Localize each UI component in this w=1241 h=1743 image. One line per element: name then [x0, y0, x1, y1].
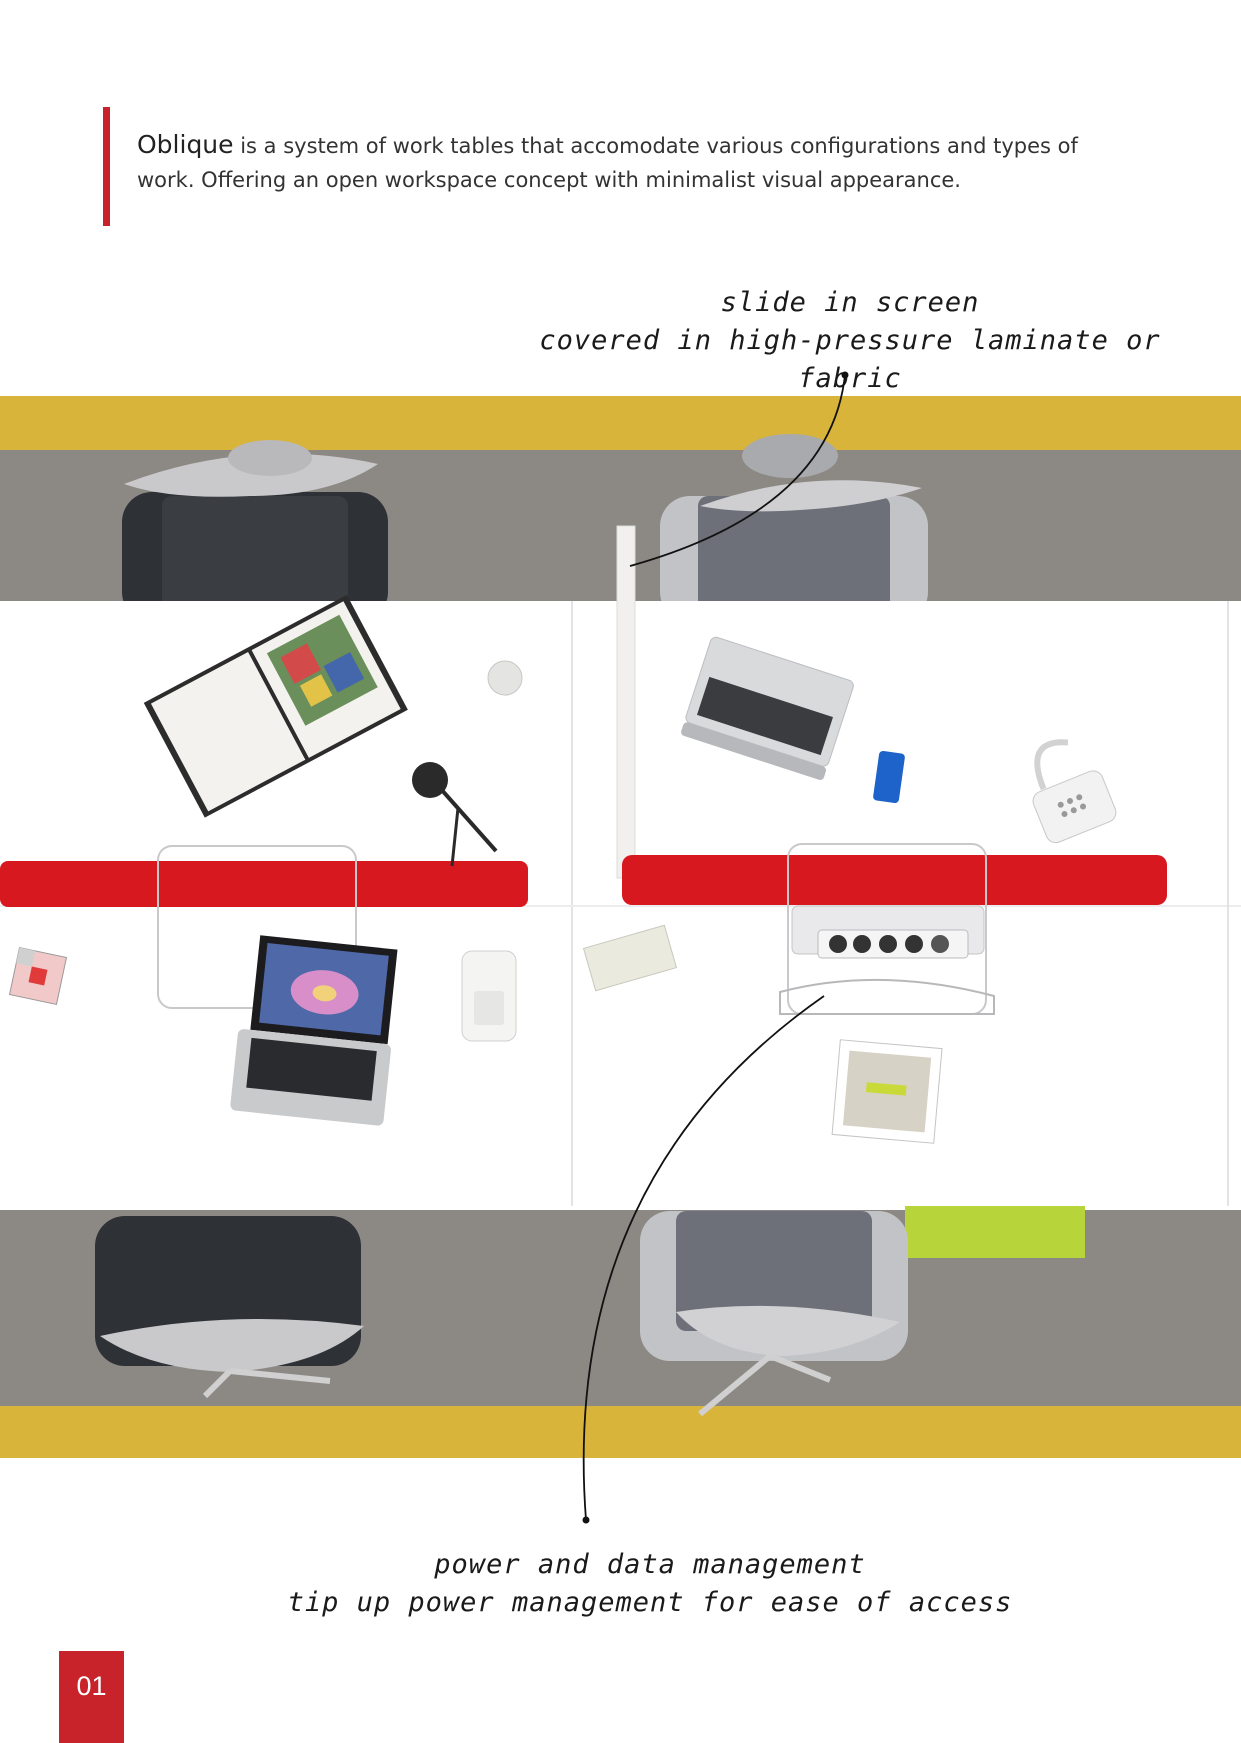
power-callout-title: power and data management — [434, 1549, 866, 1580]
page-number: 01 — [59, 1651, 124, 1743]
leader-lines — [582, 371, 849, 1524]
power-callout-detail: tip up power management for ease of acce… — [287, 1587, 1013, 1618]
power-callout: power and data management tip up power m… — [250, 1546, 1050, 1622]
